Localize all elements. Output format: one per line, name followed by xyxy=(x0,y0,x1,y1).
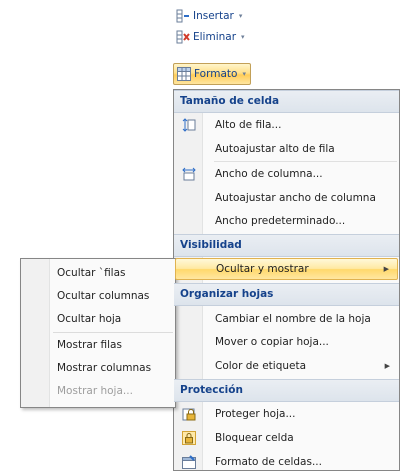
format-dropdown-icon: ▾ xyxy=(242,70,246,78)
column-width-label: Ancho de columna... xyxy=(215,168,323,180)
format-button[interactable]: Formato ▾ xyxy=(173,63,251,85)
autofit-row-height-label: Autoajustar alto de fila xyxy=(215,143,335,155)
hide-unhide-submenu: Ocultar `filas Ocultar columnas Ocultar … xyxy=(20,258,176,408)
format-cells-item[interactable]: Formato de celdas... xyxy=(175,451,398,473)
delete-button[interactable]: Eliminar ▾ xyxy=(173,27,249,47)
move-or-copy-sheet-label: Mover o copiar hoja... xyxy=(215,336,329,348)
insert-cells-icon xyxy=(176,9,189,23)
row-height-item[interactable]: Alto de fila... xyxy=(175,114,398,136)
unhide-rows-label: Mostrar filas xyxy=(57,339,122,351)
tab-color-label: Color de etiqueta xyxy=(215,360,307,372)
format-cells-label: Formato de celdas... xyxy=(215,456,322,468)
format-label: Formato xyxy=(194,68,238,80)
rename-sheet-item[interactable]: Cambiar el nombre de la hoja xyxy=(175,308,398,330)
format-cells-dialog-icon xyxy=(182,455,196,469)
protect-sheet-item[interactable]: Proteger hoja... xyxy=(175,403,398,425)
format-cells-icon xyxy=(177,67,191,81)
hide-rows-item[interactable]: Ocultar `filas xyxy=(21,262,175,284)
hide-and-unhide-item[interactable]: Ocultar y mostrar ▶ xyxy=(175,258,398,280)
tab-color-item[interactable]: Color de etiqueta ▶ xyxy=(175,355,398,377)
column-width-item[interactable]: Ancho de columna... xyxy=(175,163,398,185)
unhide-columns-item[interactable]: Mostrar columnas xyxy=(21,357,175,379)
insert-button[interactable]: Insertar ▾ xyxy=(173,6,246,26)
default-width-label: Ancho predeterminado... xyxy=(215,215,346,227)
lock-cell-icon xyxy=(182,431,196,445)
row-height-icon xyxy=(182,118,196,132)
protect-sheet-icon xyxy=(182,408,196,421)
row-height-label: Alto de fila... xyxy=(215,119,282,131)
hide-sheet-item[interactable]: Ocultar hoja xyxy=(21,308,175,330)
lock-cell-label: Bloquear celda xyxy=(215,432,294,444)
autofit-column-width-item[interactable]: Autoajustar ancho de columna xyxy=(175,187,398,209)
lock-cell-item[interactable]: Bloquear celda xyxy=(175,427,398,449)
insert-dropdown-icon: ▾ xyxy=(238,12,243,20)
delete-label: Eliminar xyxy=(193,31,237,43)
default-width-item[interactable]: Ancho predeterminado... xyxy=(175,210,398,232)
section-header-organize-sheets: Organizar hojas xyxy=(174,283,399,306)
autofit-row-height-item[interactable]: Autoajustar alto de fila xyxy=(175,138,398,160)
section-header-visibility: Visibilidad xyxy=(174,234,399,257)
submenu-arrow-icon: ▶ xyxy=(383,265,389,273)
unhide-sheet-item: Mostrar hoja... xyxy=(21,380,175,402)
hide-sheet-label: Ocultar hoja xyxy=(57,313,122,325)
submenu-separator xyxy=(53,332,173,333)
delete-dropdown-icon: ▾ xyxy=(241,33,245,41)
section-header-protection: Protección xyxy=(174,379,399,402)
insert-label: Insertar xyxy=(193,10,234,22)
unhide-rows-item[interactable]: Mostrar filas xyxy=(21,334,175,356)
format-menu: Tamaño de celda Alto de fila... Autoajus… xyxy=(173,89,400,471)
menu-separator xyxy=(214,161,397,162)
hide-columns-item[interactable]: Ocultar columnas xyxy=(21,285,175,307)
column-width-icon xyxy=(182,167,196,181)
delete-cells-icon xyxy=(176,30,190,44)
submenu-arrow-icon: ▶ xyxy=(384,362,390,370)
hide-rows-label: Ocultar `filas xyxy=(57,267,126,279)
section-header-cell-size: Tamaño de celda xyxy=(174,90,399,113)
cells-ribbon-group: Insertar ▾ Eliminar ▾ Formato ▾ xyxy=(171,0,409,88)
move-or-copy-sheet-item[interactable]: Mover o copiar hoja... xyxy=(175,331,398,353)
unhide-sheet-label: Mostrar hoja... xyxy=(57,385,133,397)
rename-sheet-label: Cambiar el nombre de la hoja xyxy=(215,313,371,325)
unhide-columns-label: Mostrar columnas xyxy=(57,362,152,374)
autofit-column-width-label: Autoajustar ancho de columna xyxy=(215,192,376,204)
hide-columns-label: Ocultar columnas xyxy=(57,290,150,302)
protect-sheet-label: Proteger hoja... xyxy=(215,408,296,420)
hide-and-unhide-label: Ocultar y mostrar xyxy=(216,263,309,275)
